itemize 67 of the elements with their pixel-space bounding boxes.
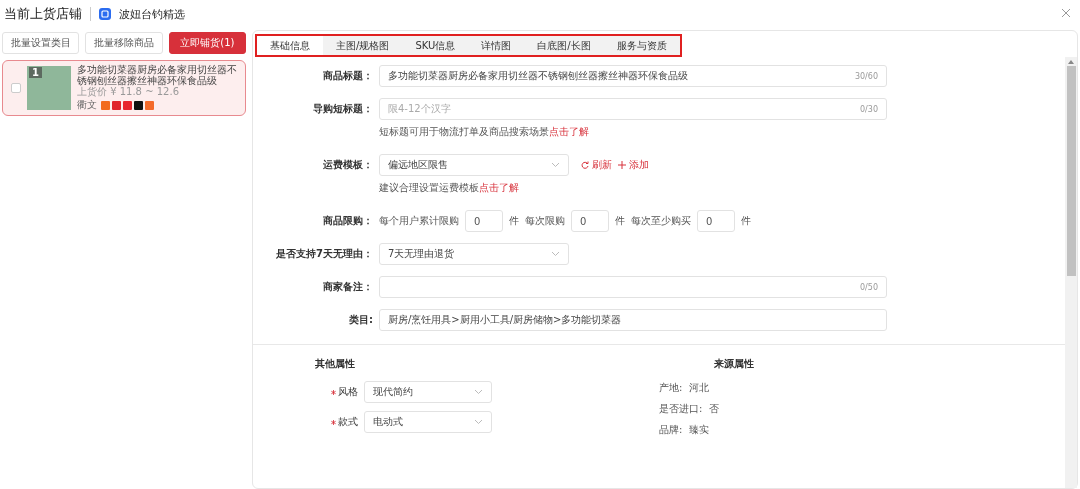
attribute-label: 风格: [338, 385, 358, 399]
source-attribute: 产地: 河北: [659, 381, 710, 395]
learn-more-link[interactable]: 点击了解: [479, 182, 519, 193]
limit-label: 每个用户累计限购: [379, 214, 459, 228]
scrollbar[interactable]: [1065, 57, 1077, 488]
refresh-icon: [581, 161, 589, 169]
refresh-link[interactable]: 刷新: [592, 158, 612, 172]
product-title: 多功能切菜器厨房必备家用切丝器不锈钢刨丝器擦丝神器环保食品级: [77, 64, 238, 86]
field-value: 现代简约: [373, 385, 413, 399]
section-title: 来源属性: [714, 357, 755, 371]
hint-text: 建议合理设置运费模板点击了解: [379, 181, 520, 195]
unit-label: 件: [509, 214, 519, 228]
section-title: 其他属性: [315, 357, 356, 371]
source-attribute: 是否进口: 否: [659, 402, 720, 416]
product-price: 上货价 ¥ 11.8 ~ 12.6: [77, 86, 180, 98]
hint-text: 短标题可用于物流打单及商品搜索场景点击了解: [379, 125, 590, 139]
add-link[interactable]: 添加: [629, 158, 649, 172]
field-label: 导购短标题：: [312, 102, 373, 116]
select-field[interactable]: 7天无理由退货: [379, 243, 569, 265]
placeholder: 限4-12个汉字: [388, 102, 451, 116]
field-label: 商家备注：: [322, 280, 373, 294]
product-source: 衢文: [77, 98, 97, 112]
field-label: 运费模板：: [322, 158, 373, 172]
action-button[interactable]: 批量移除商品: [85, 32, 163, 54]
select-field[interactable]: 现代简约: [364, 381, 492, 403]
char-count: 0/50: [860, 282, 878, 292]
category-field[interactable]: 厨房/烹饪用具>厨用小工具/厨房储物>多功能切菜器: [379, 309, 887, 331]
field-label: 商品限购：: [322, 214, 373, 228]
field-label: 类目:: [348, 313, 373, 327]
action-button[interactable]: 批量设置类目: [2, 32, 80, 54]
source-attribute: 品牌: 臻实: [659, 423, 710, 437]
checkbox[interactable]: [11, 83, 21, 93]
unit-label: 件: [615, 214, 625, 228]
select-field[interactable]: 偏远地区限售: [379, 154, 569, 176]
product-card[interactable]: 1 多功能切菜器厨房必备家用切丝器不锈钢刨丝器擦丝神器环保食品级 上货价 ¥ 11.8 ~ 12.6 衢文: [2, 60, 246, 116]
chevron-down-icon: [551, 251, 560, 257]
field-value: 偏远地区限售: [388, 158, 448, 172]
limit-label: 每次至少购买: [631, 214, 691, 228]
close-icon[interactable]: [1062, 9, 1070, 17]
tab[interactable]: 基础信息: [257, 36, 323, 55]
field-value: 厨房/烹饪用具>厨用小工具/厨房储物>多功能切菜器: [388, 313, 622, 327]
number-input[interactable]: 0: [697, 210, 735, 232]
limit-label: 每次限购: [525, 214, 565, 228]
field-value: 多功能切菜器厨房必备家用切丝器不锈钢刨丝器擦丝神器环保食品级: [388, 69, 688, 83]
char-count: 0/30: [860, 104, 878, 114]
field-label: 是否支持7天无理由：: [275, 247, 373, 261]
number-input[interactable]: 0: [571, 210, 609, 232]
scroll-up-arrow-icon[interactable]: [1068, 60, 1074, 64]
field-label: 商品标题：: [322, 69, 373, 83]
unit-label: 件: [741, 214, 751, 228]
field-value: 7天无理由退货: [388, 247, 455, 261]
shop-name: 波妞台钓精选: [119, 6, 185, 22]
store-title: 当前上货店铺: [4, 5, 82, 23]
action-button[interactable]: 立即铺货(1): [168, 32, 246, 54]
chevron-down-icon: [551, 162, 560, 168]
attribute-label: 款式: [338, 415, 358, 429]
chevron-down-icon: [474, 389, 483, 395]
char-count: 30/60: [854, 71, 878, 81]
product-index: 1: [29, 67, 42, 78]
plus-icon: [618, 161, 626, 169]
learn-more-link[interactable]: 点击了解: [549, 126, 589, 137]
number-input[interactable]: 0: [465, 210, 503, 232]
chevron-down-icon: [474, 419, 483, 425]
shop-logo-icon: [99, 8, 111, 20]
input-field[interactable]: 多功能切菜器厨房必备家用切丝器不锈钢刨丝器擦丝神器环保食品级 30/60: [379, 65, 887, 87]
select-field[interactable]: 电动式: [364, 411, 492, 433]
field-value: 电动式: [373, 415, 403, 429]
